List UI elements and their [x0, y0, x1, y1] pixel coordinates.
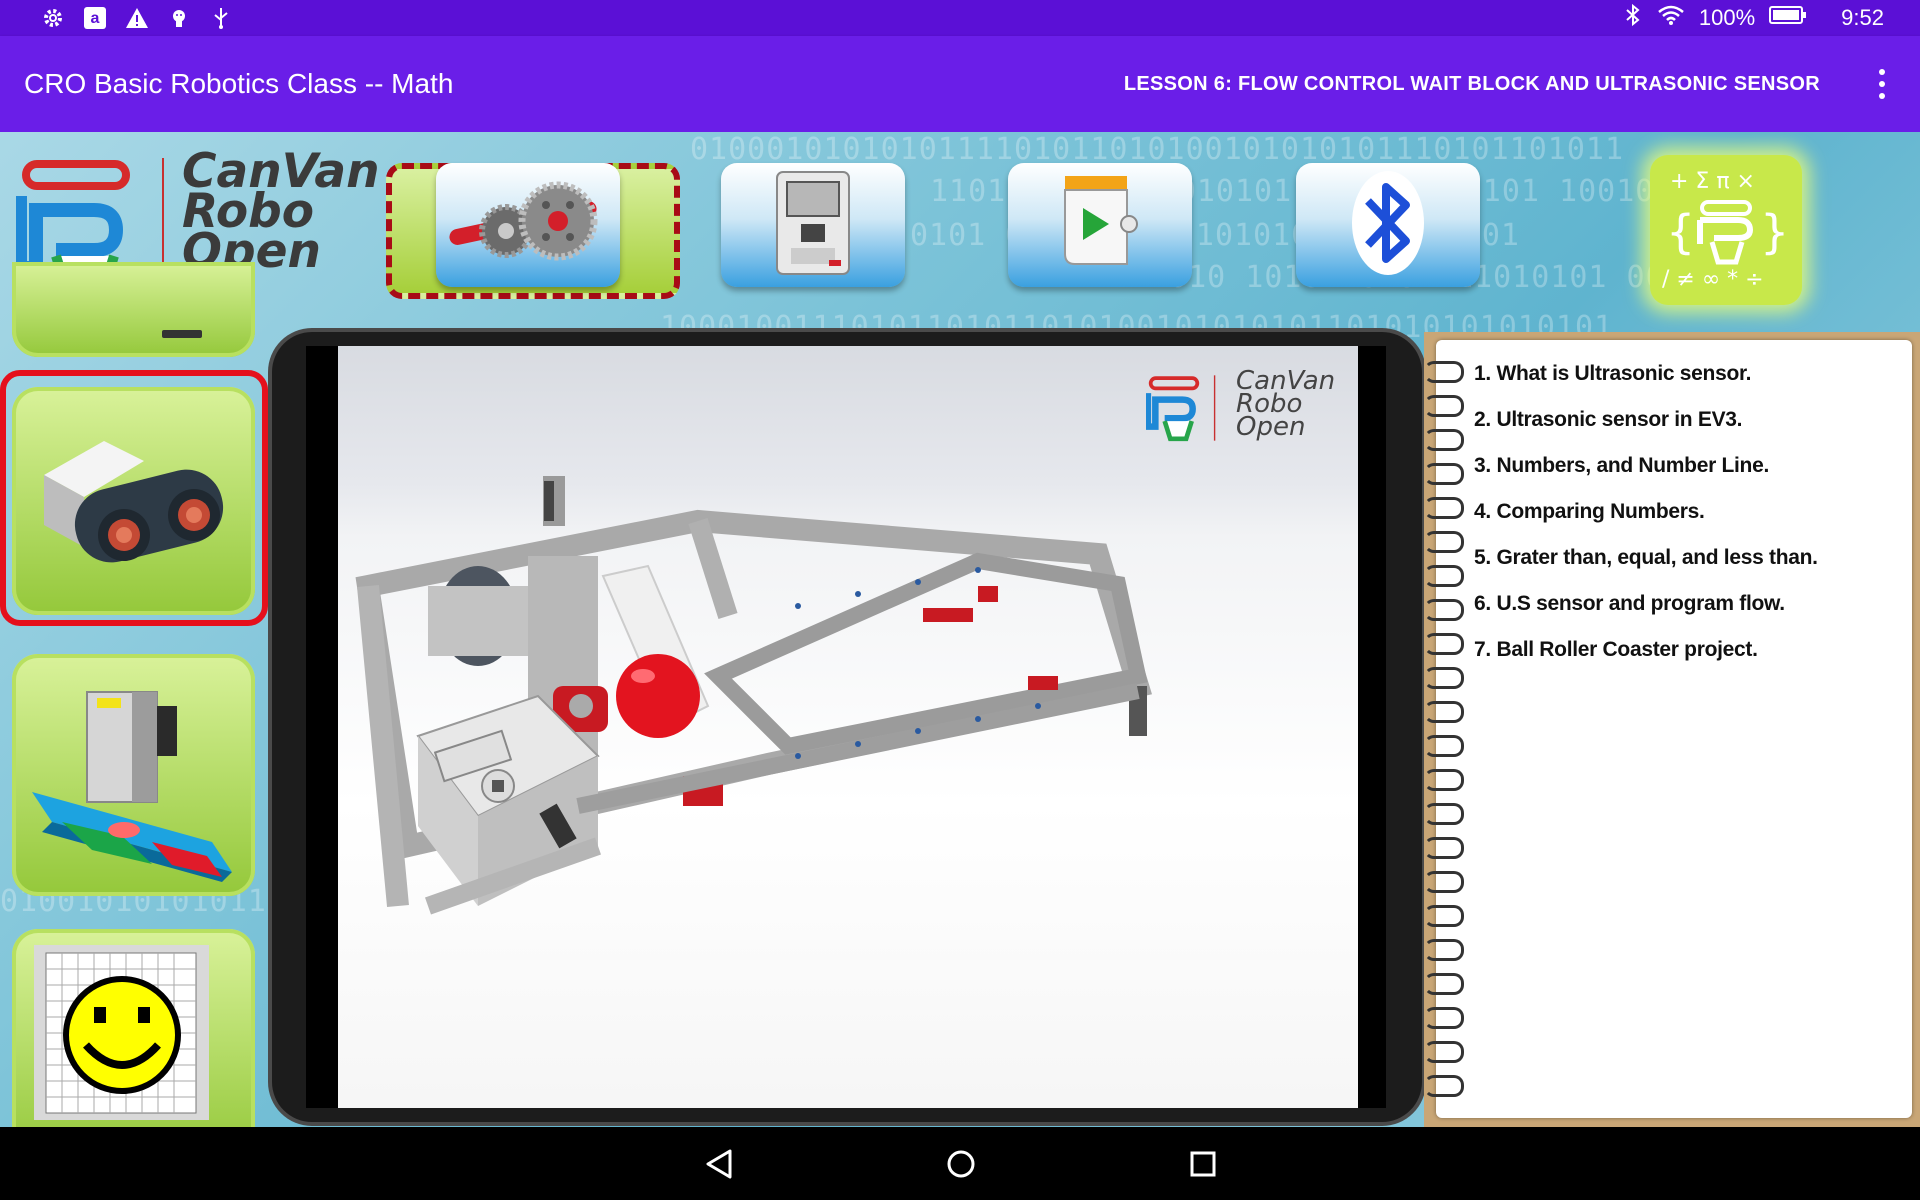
- navigation-bar: [0, 1127, 1920, 1200]
- spiral-ring: [1424, 837, 1464, 859]
- program-block-icon: [1055, 168, 1145, 283]
- topic-item-7[interactable]: 7. Ball Roller Coaster project.: [1474, 638, 1758, 662]
- topic-item-2[interactable]: 2. Ultrasonic sensor in EV3.: [1474, 408, 1743, 432]
- bluetooth-status-icon: [1623, 3, 1643, 33]
- bluetooth-button[interactable]: [1296, 163, 1480, 287]
- gear-icon: [40, 5, 66, 31]
- spiral-ring: [1424, 565, 1464, 587]
- amazon-icon: a: [82, 5, 108, 31]
- sidebar-selection-highlight: [0, 370, 268, 626]
- spiral-ring: [1424, 497, 1464, 519]
- topics-notebook: 1. What is Ultrasonic sensor. 2. Ultraso…: [1424, 332, 1920, 1127]
- spiral-ring: [1424, 1041, 1464, 1063]
- spiral-ring: [1424, 803, 1464, 825]
- spiral-ring: [1424, 735, 1464, 757]
- touch-sensor-icon: [162, 330, 202, 338]
- binary-pattern: 0100010101010111101011010100101010101110…: [690, 132, 1625, 167]
- spiral-ring: [1424, 395, 1464, 417]
- spiral-ring: [1424, 599, 1464, 621]
- color-sensor-icon: [32, 672, 232, 887]
- spiral-ring: [1424, 871, 1464, 893]
- spiral-ring: [1424, 667, 1464, 689]
- smiley-display-icon: [34, 945, 224, 1127]
- spiral-ring: [1424, 1007, 1464, 1029]
- math-icon: + Σ π × / ≠ ∞ * ÷ { }: [1656, 158, 1796, 303]
- battery-icon: [1769, 5, 1807, 31]
- recents-button[interactable]: [1184, 1145, 1222, 1183]
- home-button[interactable]: [942, 1145, 980, 1183]
- spiral-ring: [1424, 463, 1464, 485]
- video-frame: CanVan Robo Open: [272, 332, 1422, 1122]
- sidebar-item-display[interactable]: [12, 929, 255, 1127]
- spiral-ring: [1424, 531, 1464, 553]
- back-button[interactable]: [700, 1145, 738, 1183]
- svg-text:{: {: [1666, 205, 1695, 259]
- logo-text: CanVan Robo Open: [182, 144, 380, 279]
- spiral-ring: [1424, 939, 1464, 961]
- topic-item-6[interactable]: 6. U.S sensor and program flow.: [1474, 592, 1785, 616]
- notification-icons: a: [40, 0, 234, 36]
- spiral-ring: [1424, 361, 1464, 383]
- battery-percent: 100%: [1698, 5, 1756, 30]
- warning-icon: [124, 5, 150, 31]
- spiral-ring: [1424, 1075, 1464, 1097]
- ev3-brick-button[interactable]: [721, 163, 905, 287]
- svg-text:}: }: [1760, 205, 1789, 259]
- robot-model-illustration: [355, 476, 1153, 915]
- lesson-title: LESSON 6: FLOW CONTROL WAIT BLOCK AND UL…: [1123, 73, 1820, 95]
- svg-text:+ Σ π ×: + Σ π ×: [1670, 169, 1755, 194]
- topic-item-1[interactable]: 1. What is Ultrasonic sensor.: [1474, 362, 1752, 386]
- spiral-ring: [1424, 905, 1464, 927]
- ev3-brick-icon: [773, 168, 853, 283]
- spiral-ring: [1424, 429, 1464, 451]
- status-bar: a 100% 9:52: [0, 0, 1920, 36]
- app-title: CRO Basic Robotics Class -- Math: [24, 68, 454, 99]
- usb-icon: [208, 5, 234, 31]
- topics-paper: 1. What is Ultrasonic sensor. 2. Ultraso…: [1424, 340, 1912, 1118]
- topic-item-4[interactable]: 4. Comparing Numbers.: [1474, 500, 1705, 524]
- app-bar: CRO Basic Robotics Class -- Math LESSON …: [0, 36, 1920, 132]
- programming-button[interactable]: [1008, 163, 1192, 287]
- sidebar-item-color-sensor[interactable]: [12, 654, 255, 896]
- spiral-ring: [1424, 701, 1464, 723]
- mechanics-button[interactable]: [436, 163, 620, 287]
- topic-item-5[interactable]: 5. Grater than, equal, and less than.: [1474, 546, 1818, 570]
- system-status: 100% 9:52: [1623, 0, 1884, 36]
- clock: 9:52: [1841, 5, 1884, 30]
- svg-text:/ ≠ ∞ * ÷: / ≠ ∞ * ÷: [1662, 267, 1764, 292]
- main-content: 0100010101010111101011010100101010101110…: [0, 132, 1920, 1127]
- spiral-ring: [1424, 769, 1464, 791]
- svg-text:a: a: [91, 10, 100, 27]
- math-button[interactable]: + Σ π × / ≠ ∞ * ÷ { }: [1650, 155, 1802, 305]
- video-screen: CanVan Robo Open: [306, 346, 1386, 1108]
- wifi-icon: [1657, 4, 1685, 32]
- lesson-video[interactable]: CanVan Robo Open: [338, 346, 1358, 1108]
- spiral-ring: [1424, 633, 1464, 655]
- spiral-ring: [1424, 973, 1464, 995]
- android-debug-icon: [166, 5, 192, 31]
- gears-icon: [438, 173, 618, 278]
- bluetooth-icon: [1348, 167, 1428, 284]
- overflow-menu-button[interactable]: [1872, 69, 1892, 99]
- topic-item-3[interactable]: 3. Numbers, and Number Line.: [1474, 454, 1769, 478]
- sidebar-item-touch-sensor[interactable]: [12, 262, 255, 357]
